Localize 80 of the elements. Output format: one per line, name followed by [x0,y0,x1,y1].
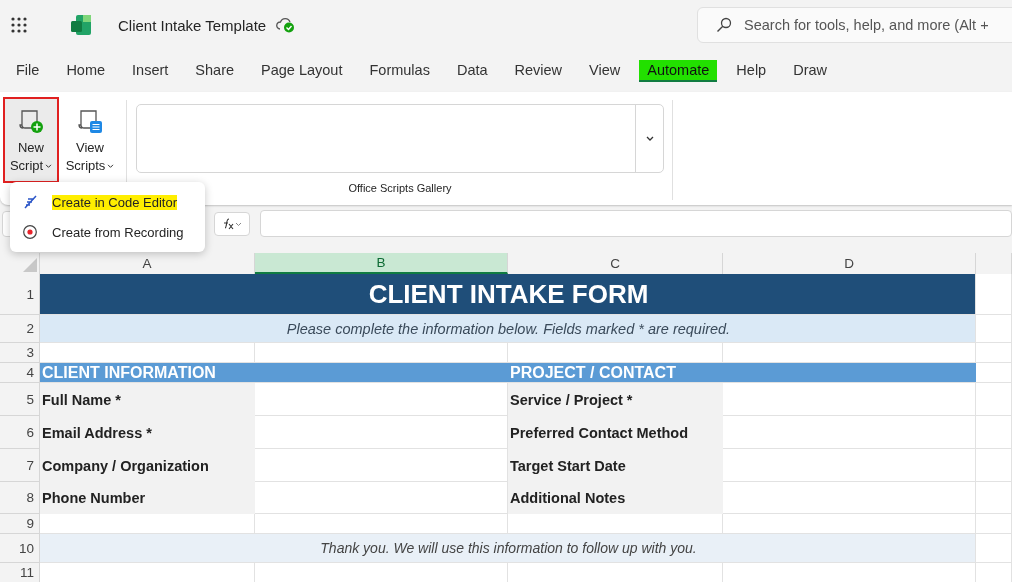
table-cell[interactable] [723,563,976,582]
form-note: Please complete the information below. Fields marked * are required. [40,315,976,343]
ribbon-tab[interactable]: Insert [124,60,177,82]
pen-icon [22,194,38,210]
search-icon [716,17,732,33]
ribbon-tab[interactable]: Formulas [361,60,438,82]
search-field[interactable]: Search for tools, help, and more (Alt + [697,7,1012,43]
section-heading: CLIENT INFORMATION [41,363,216,382]
table-cell[interactable] [255,482,508,514]
table-cell[interactable] [40,514,255,534]
group-label: Office Scripts Gallery [348,182,452,194]
script-list-icon [76,107,104,135]
ribbon-tab[interactable]: Draw [785,60,835,82]
table-cell[interactable] [723,416,976,449]
table-cell[interactable] [976,383,1012,416]
column-header[interactable]: B [255,253,508,274]
table-cell[interactable] [508,514,723,534]
ribbon-tab[interactable]: Page Layout [253,60,351,82]
record-icon [22,224,38,240]
row-header[interactable]: 10 [0,534,40,563]
table-cell[interactable] [255,343,508,363]
table-cell[interactable] [723,482,976,514]
table-cell[interactable] [508,343,723,363]
table-cell[interactable] [723,514,976,534]
ribbon-tab[interactable]: Data [448,60,496,82]
row-header[interactable]: 3 [0,343,40,363]
table-cell[interactable] [723,383,976,416]
row-header[interactable]: 4 [0,363,40,383]
caret-icon [107,163,115,169]
table-cell[interactable] [976,343,1012,363]
table-cell[interactable] [976,315,1012,343]
row-header[interactable]: 2 [0,315,40,343]
document-title: Client Intake Template [118,16,267,34]
table-cell[interactable] [976,274,1012,315]
spreadsheet-app-icon [70,14,92,36]
ribbon-tab[interactable]: Help [728,60,775,82]
caret-icon [45,163,53,169]
ribbon-tab[interactable]: File [8,60,48,82]
form-title: CLIENT INTAKE FORM [40,274,976,315]
row-header[interactable]: 1 [0,274,40,315]
table-cell[interactable] [976,449,1012,482]
table-cell[interactable] [255,383,508,416]
function-icon [221,216,243,231]
row-header[interactable]: 6 [0,416,40,449]
table-cell[interactable] [976,363,1012,383]
row-header[interactable]: 7 [0,449,40,482]
select-all-corner-icon[interactable] [23,258,37,272]
table-cell[interactable] [255,514,508,534]
formula-input[interactable] [260,210,1012,237]
table-cell[interactable] [976,514,1012,534]
new-script-button[interactable]: New Script [3,97,59,183]
chevron-down-icon [644,134,655,143]
table-cell[interactable] [508,563,723,582]
table-cell[interactable] [255,449,508,482]
table-cell[interactable] [40,343,255,363]
form-note: Thank you. We will use this information to follow up with you. [40,534,976,563]
table-cell[interactable] [255,416,508,449]
function-button[interactable] [214,211,250,236]
row-header[interactable]: 8 [0,482,40,514]
table-cell[interactable] [976,563,1012,582]
table-cell[interactable] [976,482,1012,514]
table-cell[interactable] [976,416,1012,449]
table-cell[interactable] [723,343,976,363]
ribbon-tab[interactable]: Automate [639,60,718,82]
table-cell[interactable] [40,563,255,582]
ribbon-tab[interactable]: Review [506,60,571,82]
section-heading: PROJECT / CONTACT [509,363,676,382]
ribbon-tab[interactable]: Share [187,60,243,82]
table-cell[interactable] [976,534,1012,563]
ribbon-tab[interactable]: View [581,60,629,82]
row-header[interactable]: 9 [0,514,40,534]
ribbon-tab[interactable]: Home [58,60,114,82]
menu-item[interactable]: Create from Recording [10,217,205,247]
table-cell[interactable] [723,449,976,482]
view-scripts-button[interactable]: View Scripts [62,97,118,183]
row-header[interactable]: 5 [0,383,40,416]
app-launcher-icon[interactable] [10,16,28,34]
table-cell[interactable] [255,563,508,582]
menu-item[interactable]: Create in Code Editor [10,187,205,217]
script-plus-icon [17,107,45,135]
